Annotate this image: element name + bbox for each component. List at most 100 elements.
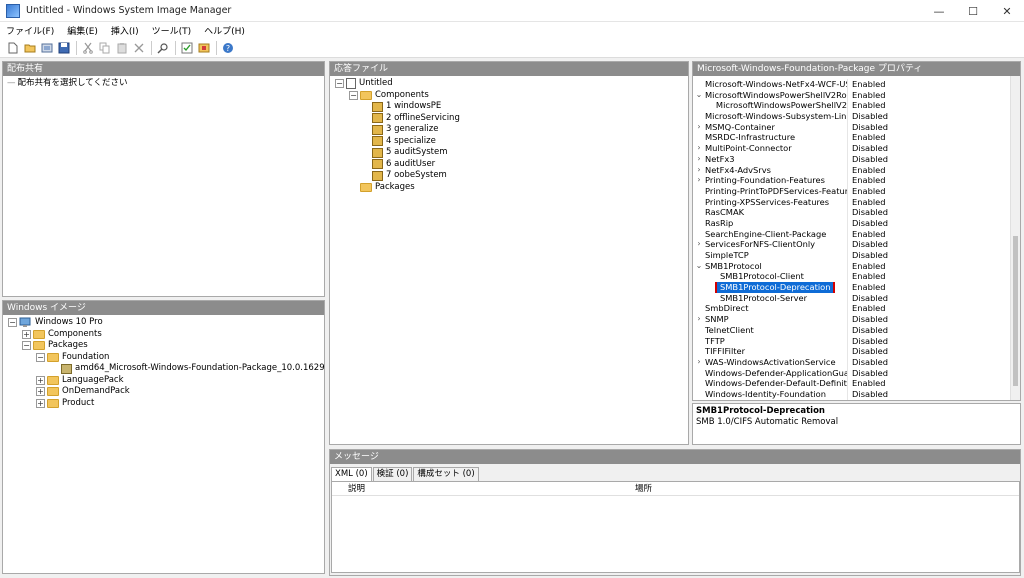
expand-icon[interactable]: + — [36, 375, 45, 385]
chevron-right-icon[interactable]: › — [693, 154, 705, 165]
tree-item-pass[interactable]: 4 specialize — [330, 136, 688, 148]
menu-edit[interactable]: 編集(E) — [67, 24, 98, 37]
chevron-right-icon[interactable]: › — [693, 122, 705, 133]
property-value[interactable]: Enabled — [847, 196, 1010, 208]
property-row[interactable]: SimpleTCP Disabled — [693, 250, 1010, 261]
property-row[interactable]: › NetFx3 Disabled — [693, 153, 1010, 165]
chevron-right-icon[interactable]: › — [693, 175, 705, 186]
property-value[interactable]: Disabled — [847, 250, 1010, 261]
chevron-right-icon[interactable]: › — [693, 314, 705, 325]
collapse-icon[interactable]: − — [22, 341, 31, 351]
tree-item-language-pack[interactable]: + LanguagePack — [3, 375, 324, 387]
property-row[interactable]: ⌄ MicrosoftWindowsPowerShellV2Root Enabled — [693, 89, 1010, 101]
property-value[interactable]: Enabled — [847, 89, 1010, 101]
expand-icon[interactable]: + — [36, 398, 45, 408]
help-icon[interactable]: ? — [220, 40, 236, 56]
tree-item-windows-10-pro[interactable]: − Windows 10 Pro — [3, 317, 324, 329]
property-row[interactable]: SMB1Protocol-Client Enabled — [693, 271, 1010, 283]
tree-item-pass[interactable]: 3 generalize — [330, 124, 688, 136]
property-value[interactable]: Enabled — [847, 132, 1010, 144]
open-image-icon[interactable] — [39, 40, 55, 56]
create-set-icon[interactable] — [196, 40, 212, 56]
property-value[interactable]: Enabled — [847, 282, 1010, 293]
chevron-right-icon[interactable]: › — [693, 239, 705, 250]
cut-icon[interactable] — [80, 40, 96, 56]
tree-item-components[interactable]: + Components — [3, 329, 324, 341]
property-value[interactable]: Disabled — [847, 388, 1010, 400]
chevron-right-icon[interactable]: › — [693, 357, 705, 368]
tree-item-foundation-package[interactable]: amd64_Microsoft-Windows-Foundation-Packa… — [3, 363, 324, 375]
property-row[interactable]: Windows-Defender-ApplicationGuard Disable… — [693, 367, 1010, 379]
property-value[interactable]: Disabled — [847, 207, 1010, 218]
property-value[interactable]: Enabled — [847, 79, 1010, 90]
property-value[interactable]: Disabled — [847, 239, 1010, 250]
expand-icon[interactable]: + — [22, 329, 31, 339]
property-row[interactable]: › SNMP Disabled — [693, 314, 1010, 325]
property-row[interactable]: ⌄ SMB1Protocol Enabled — [693, 260, 1010, 272]
property-row[interactable]: SMB1Protocol-Server Disabled — [693, 292, 1010, 304]
property-row[interactable]: Windows-Defender-Default-Definition Enabl… — [693, 378, 1010, 389]
paste-icon[interactable] — [114, 40, 130, 56]
property-row[interactable]: SmbDirect Enabled — [693, 303, 1010, 315]
tree-item-pass[interactable]: 2 offlineServicing — [330, 113, 688, 125]
copy-icon[interactable] — [97, 40, 113, 56]
property-value[interactable]: Enabled — [847, 175, 1010, 186]
property-value[interactable]: Disabled — [847, 335, 1010, 347]
tab-validation[interactable]: 検証 (0) — [372, 467, 413, 481]
validate-icon[interactable] — [179, 40, 195, 56]
property-value[interactable]: Disabled — [847, 111, 1010, 122]
property-row[interactable]: SMB1Protocol-Deprecation Enabled — [693, 282, 1010, 293]
tree-item-packages[interactable]: − Packages — [3, 340, 324, 352]
property-row[interactable]: › NetFx4-AdvSrvs Enabled — [693, 164, 1010, 176]
expand-icon[interactable]: + — [36, 387, 45, 397]
property-value[interactable]: Disabled — [847, 121, 1010, 133]
property-row[interactable]: › ServicesForNFS-ClientOnly Disabled — [693, 239, 1010, 250]
tree-item-product[interactable]: + Product — [3, 398, 324, 410]
tree-item-pass[interactable]: 1 windowsPE — [330, 101, 688, 113]
property-value[interactable]: Enabled — [847, 378, 1010, 389]
property-row[interactable]: › WAS-WindowsActivationService Disabled — [693, 356, 1010, 368]
collapse-icon[interactable]: − — [349, 90, 358, 100]
open-icon[interactable] — [22, 40, 38, 56]
maximize-button[interactable]: ☐ — [956, 0, 990, 22]
property-row[interactable]: › Printing-Foundation-Features Enabled — [693, 175, 1010, 186]
property-row[interactable]: Printing-PrintToPDFServices-Features Enab… — [693, 185, 1010, 197]
tree-item-pass[interactable]: 7 oobeSystem — [330, 170, 688, 182]
property-value[interactable]: Enabled — [847, 100, 1010, 112]
tree-item-pass[interactable]: 6 auditUser — [330, 159, 688, 171]
property-value[interactable]: Enabled — [847, 228, 1010, 240]
property-row[interactable]: › MultiPoint-Connector Disabled — [693, 143, 1010, 154]
tree-item-on-demand-pack[interactable]: + OnDemandPack — [3, 386, 324, 398]
tree-item-answer-components[interactable]: − Components — [330, 90, 688, 102]
property-row[interactable]: MSRDC-Infrastructure Enabled — [693, 132, 1010, 144]
property-row[interactable]: › MSMQ-Container Disabled — [693, 121, 1010, 133]
property-row[interactable]: Microsoft-Windows-Subsystem-Linux Disable… — [693, 111, 1010, 122]
property-value[interactable]: Disabled — [847, 314, 1010, 325]
save-icon[interactable] — [56, 40, 72, 56]
property-row[interactable]: Microsoft-Windows-NetFx4-WCF-US- Enabled — [693, 79, 1010, 90]
properties-scrollbar[interactable] — [1010, 76, 1020, 400]
property-value[interactable]: Disabled — [847, 153, 1010, 165]
property-row[interactable]: SearchEngine-Client-Package Enabled — [693, 228, 1010, 240]
tab-configuration-set[interactable]: 構成セット (0) — [413, 467, 479, 481]
property-value[interactable]: Disabled — [847, 356, 1010, 368]
property-row[interactable]: TIFFIFilter Disabled — [693, 346, 1010, 357]
chevron-down-icon[interactable]: ⌄ — [693, 261, 705, 272]
column-description[interactable]: 説明 — [348, 482, 635, 495]
property-row[interactable]: TFTP Disabled — [693, 335, 1010, 347]
property-value[interactable]: Enabled — [847, 185, 1010, 197]
menu-file[interactable]: ファイル(F) — [6, 24, 54, 37]
menu-tools[interactable]: ツール(T) — [152, 24, 192, 37]
property-value[interactable]: Disabled — [847, 292, 1010, 304]
chevron-down-icon[interactable]: ⌄ — [693, 90, 705, 101]
new-doc-icon[interactable] — [5, 40, 21, 56]
property-value[interactable]: Disabled — [847, 324, 1010, 336]
property-value[interactable]: Enabled — [847, 303, 1010, 315]
property-row[interactable]: Printing-XPSServices-Features Enabled — [693, 196, 1010, 208]
close-button[interactable]: ✕ — [990, 0, 1024, 22]
menu-help[interactable]: ヘルプ(H) — [204, 24, 245, 37]
property-row[interactable]: RasRip Disabled — [693, 217, 1010, 229]
tree-item-untitled[interactable]: − Untitled — [330, 78, 688, 90]
minimize-button[interactable]: — — [922, 0, 956, 22]
property-row[interactable]: MicrosoftWindowsPowerShellV2 Enabled — [693, 100, 1010, 112]
